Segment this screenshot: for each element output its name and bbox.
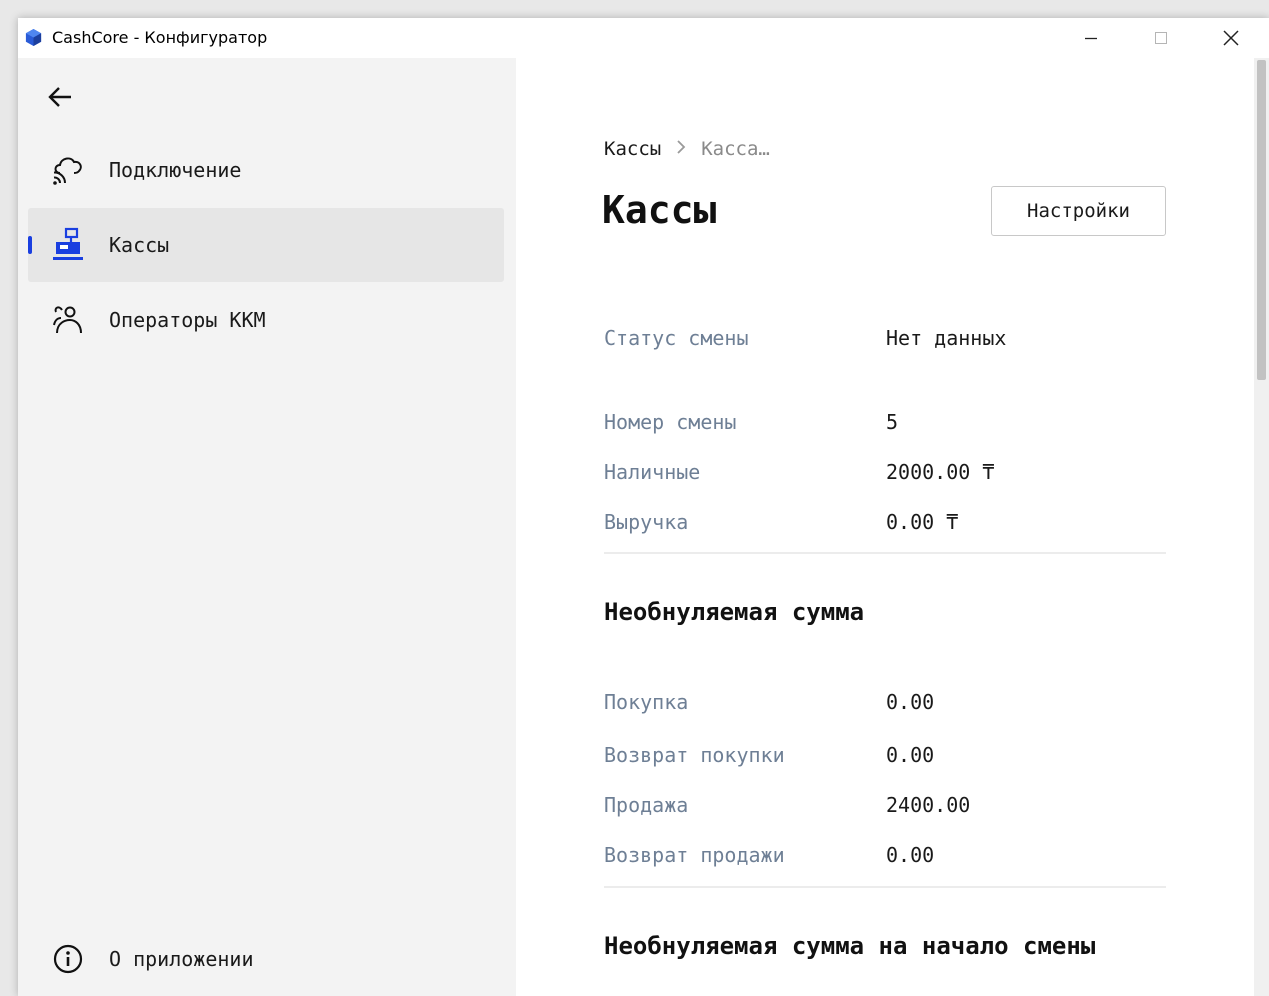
sidebar-item-cash-registers[interactable]: Кассы [28,208,504,282]
arrow-left-icon [48,87,71,107]
back-button[interactable] [40,80,80,114]
operators-icon [50,302,86,338]
field-label: Возврат покупки [604,743,785,767]
breadcrumb-root[interactable]: Кассы [604,138,661,160]
field-label: Статус смены [604,326,749,350]
maximize-icon [1155,32,1167,44]
field-value: 0.00 ₸ [886,510,959,534]
breadcrumb: Кассы Касса… [604,138,770,160]
field-value: 0.00 [886,690,935,714]
app-window: CashCore - Конфигуратор Подключение Касс… [18,18,1269,996]
app-logo-icon [25,28,42,47]
field-label: Выручка [604,510,689,534]
section-title-non-zero-sum-start: Необнуляемая сумма на начало смены [604,932,1096,960]
field-label: Номер смены [604,410,737,434]
sidebar: Подключение Кассы Операторы ККМ О прилож… [18,58,516,996]
sidebar-item-label: Операторы ККМ [109,308,266,332]
field-value: Нет данных [886,326,1007,350]
field-value: 2400.00 [886,793,971,817]
field-label: Продажа [604,793,689,817]
field-value: 0.00 [886,743,935,767]
field-label: Покупка [604,690,689,714]
close-icon [1223,30,1239,46]
title-bar: CashCore - Конфигуратор [18,18,1269,58]
cash-register-icon [50,227,86,263]
field-label: Возврат продажи [604,843,785,867]
close-button[interactable] [1201,18,1261,58]
sidebar-item-operators[interactable]: Операторы ККМ [28,283,504,357]
main-content: Кассы Касса… Кассы Настройки Статус смен… [516,58,1254,996]
divider [604,552,1166,554]
sidebar-item-connection[interactable]: Подключение [28,133,504,207]
page-title: Кассы [602,188,717,232]
maximize-button[interactable] [1131,18,1191,58]
minimize-button[interactable] [1061,18,1121,58]
breadcrumb-current: Касса… [701,138,770,160]
sidebar-item-label: Кассы [109,233,170,257]
minimize-icon [1085,37,1097,40]
sidebar-item-about[interactable]: О приложении [28,922,504,996]
sidebar-item-label: Подключение [109,158,242,182]
divider [604,886,1166,888]
active-indicator [28,236,32,254]
sidebar-item-label: О приложении [109,947,254,971]
settings-button[interactable]: Настройки [991,186,1166,236]
chevron-right-icon [675,139,687,160]
info-icon [50,941,86,977]
window-title: CashCore - Конфигуратор [52,28,268,47]
scrollbar-thumb[interactable] [1257,60,1266,380]
cloud-connection-icon [50,152,86,188]
field-label: Наличные [604,460,701,484]
field-value: 0.00 [886,843,935,867]
field-value: 2000.00 ₸ [886,460,995,484]
field-value: 5 [886,410,899,434]
section-title-non-zero-sum: Необнуляемая сумма [604,598,865,626]
